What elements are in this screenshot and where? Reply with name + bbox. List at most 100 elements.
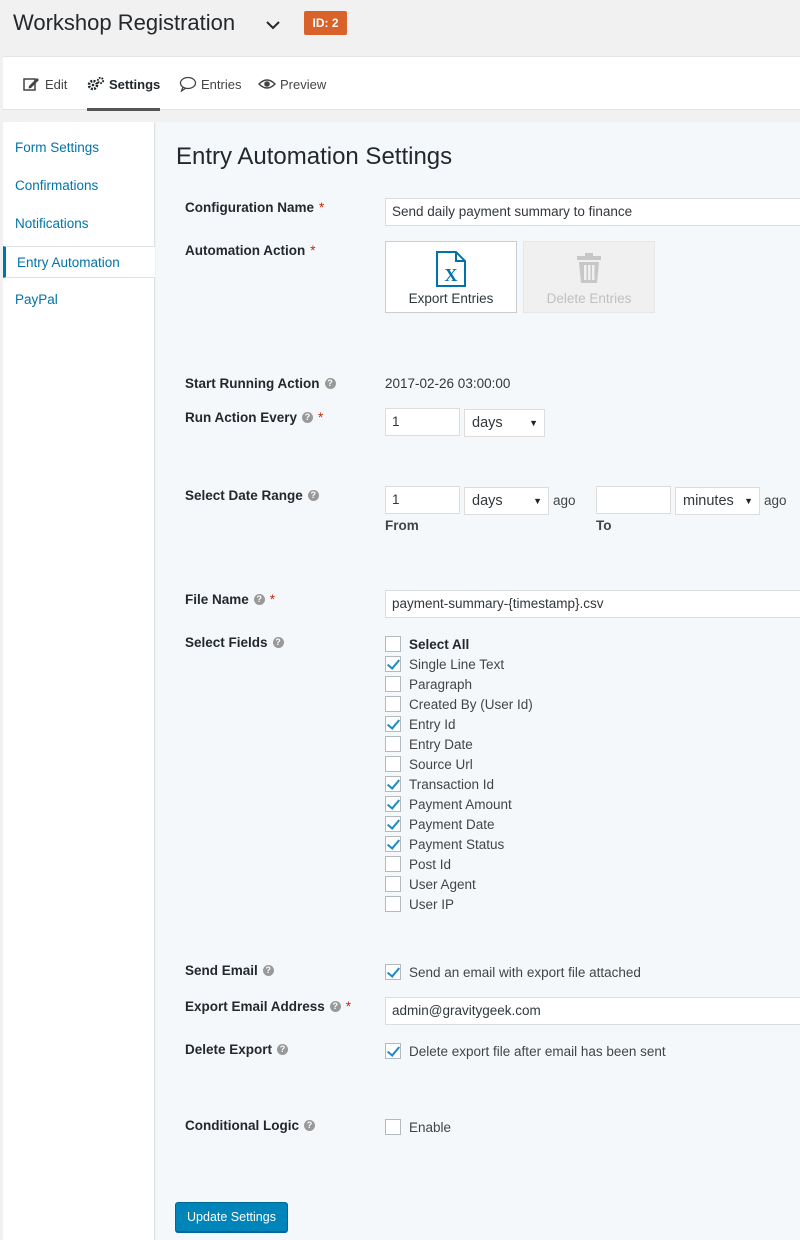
field-option[interactable]: User IP — [385, 895, 454, 913]
form-id-badge: ID: 2 — [304, 11, 347, 35]
dropdown-arrow-icon: ▼ — [533, 496, 542, 506]
field-option-label: Payment Amount — [409, 796, 512, 812]
field-checkbox[interactable] — [385, 876, 401, 892]
help-icon[interactable]: ? — [304, 1120, 315, 1131]
help-icon[interactable]: ? — [302, 412, 314, 423]
date-range-from-ago: ago — [553, 493, 576, 508]
edit-icon — [23, 78, 39, 91]
tab-entries-label: Entries — [201, 76, 242, 92]
conditional-logic-label: Conditional Logic? — [185, 1118, 315, 1133]
date-range-from-unit-select[interactable]: days ▼ — [464, 487, 549, 515]
field-option-label: Paragraph — [409, 676, 473, 692]
excel-file-icon: X — [436, 251, 466, 287]
help-icon[interactable]: ? — [307, 490, 319, 501]
field-option[interactable]: Post Id — [385, 855, 451, 873]
configuration-name-input[interactable]: Send daily payment summary to finance — [385, 198, 800, 226]
help-icon[interactable]: ? — [272, 637, 284, 648]
tab-edit-label: Edit — [45, 76, 68, 92]
dropdown-arrow-icon: ▼ — [529, 418, 538, 428]
select-fields-label: Select Fields? — [185, 635, 284, 650]
field-checkbox[interactable] — [385, 776, 401, 792]
field-checkbox[interactable] — [385, 656, 401, 672]
help-icon[interactable]: ? — [324, 378, 336, 389]
configuration-name-label: Configuration Name * — [185, 200, 325, 215]
export-entries-option[interactable]: X Export Entries — [385, 241, 517, 313]
date-range-from-input[interactable]: 1 — [385, 486, 460, 514]
field-checkbox[interactable] — [385, 856, 401, 872]
start-running-label: Start Running Action? — [185, 376, 336, 391]
field-checkbox[interactable] — [385, 896, 401, 912]
export-entries-label: Export Entries — [408, 291, 494, 306]
conditional-logic-option[interactable]: Enable — [385, 1118, 451, 1136]
tab-edit[interactable]: Edit — [23, 57, 67, 111]
field-checkbox[interactable] — [385, 676, 401, 692]
tab-settings[interactable]: Settings — [87, 57, 161, 111]
sidebar-item-form-settings[interactable]: Form Settings — [3, 132, 155, 164]
field-option[interactable]: Payment Status — [385, 835, 504, 853]
tab-preview[interactable]: Preview — [258, 57, 326, 111]
field-checkbox[interactable] — [385, 816, 401, 832]
export-email-label: Export Email Address? * — [185, 999, 352, 1014]
file-name-label: File Name? * — [185, 592, 276, 607]
field-option-label: Select All — [409, 636, 470, 652]
conditional-logic-option-label: Enable — [409, 1119, 452, 1135]
start-running-value[interactable]: 2017-02-26 03:00:00 — [385, 376, 510, 391]
sidebar-item-confirmations[interactable]: Confirmations — [3, 170, 155, 202]
field-checkbox[interactable] — [385, 756, 401, 772]
sidebar-item-paypal[interactable]: PayPal — [3, 284, 155, 316]
send-email-option[interactable]: Send an email with export file attached — [385, 963, 641, 981]
date-range-to-input[interactable] — [596, 486, 671, 514]
form-toolbar: Edit Settings Entries Preview — [3, 56, 800, 111]
field-checkbox[interactable] — [385, 716, 401, 732]
field-option[interactable]: Payment Date — [385, 815, 495, 833]
conditional-logic-checkbox[interactable] — [385, 1119, 401, 1135]
date-range-from-label: From — [385, 518, 419, 533]
tab-entries[interactable]: Entries — [179, 57, 241, 111]
field-option[interactable]: Paragraph — [385, 675, 472, 693]
sidebar-item-entry-automation[interactable]: Entry Automation — [3, 246, 155, 278]
field-option[interactable]: Entry Date — [385, 735, 473, 753]
date-range-to-unit-select[interactable]: minutes ▼ — [675, 487, 760, 515]
field-option[interactable]: Single Line Text — [385, 655, 504, 673]
run-every-label: Run Action Every? * — [185, 410, 324, 425]
file-name-input[interactable]: payment-summary-{timestamp}.csv — [385, 590, 800, 618]
trash-icon — [577, 253, 601, 283]
help-icon[interactable]: ? — [253, 594, 265, 605]
field-option-label: Created By (User Id) — [409, 696, 533, 712]
delete-export-label: Delete Export? — [185, 1042, 289, 1057]
export-email-input[interactable]: admin@gravitygeek.com — [385, 997, 800, 1025]
chevron-down-icon[interactable] — [262, 14, 284, 36]
field-checkbox[interactable] — [385, 696, 401, 712]
tab-settings-label: Settings — [109, 76, 161, 92]
help-icon[interactable]: ? — [277, 1044, 289, 1055]
delete-entries-option[interactable]: Delete Entries — [523, 241, 655, 313]
field-checkbox[interactable] — [385, 736, 401, 752]
field-option[interactable]: Payment Amount — [385, 795, 512, 813]
field-option[interactable]: User Agent — [385, 875, 476, 893]
run-every-input[interactable]: 1 — [385, 408, 460, 436]
run-every-unit-select[interactable]: days ▼ — [464, 409, 545, 437]
required-marker: * — [345, 999, 352, 1014]
field-option[interactable]: Created By (User Id) — [385, 695, 533, 713]
select-all-checkbox[interactable] — [385, 636, 401, 652]
select-all-option[interactable]: Select All — [385, 635, 469, 653]
delete-export-checkbox[interactable] — [385, 1043, 401, 1059]
send-email-checkbox[interactable] — [385, 964, 401, 980]
field-option-label: Payment Status — [409, 836, 505, 852]
field-option-label: User Agent — [409, 876, 476, 892]
svg-text:X: X — [445, 265, 458, 285]
field-checkbox[interactable] — [385, 796, 401, 812]
field-option-label: Entry Id — [409, 716, 456, 732]
settings-sidebar: Form Settings Confirmations Notification… — [3, 122, 155, 1240]
sidebar-item-notifications[interactable]: Notifications — [3, 208, 155, 240]
field-checkbox[interactable] — [385, 836, 401, 852]
gear-icon — [87, 76, 105, 91]
help-icon[interactable]: ? — [329, 1001, 341, 1012]
field-option[interactable]: Source Url — [385, 755, 473, 773]
delete-export-option[interactable]: Delete export file after email has been … — [385, 1042, 666, 1060]
form-header: Workshop Registration ID: 2 — [0, 0, 800, 54]
field-option[interactable]: Entry Id — [385, 715, 456, 733]
update-settings-button[interactable]: Update Settings — [175, 1202, 288, 1232]
field-option[interactable]: Transaction Id — [385, 775, 494, 793]
help-icon[interactable]: ? — [262, 965, 274, 976]
